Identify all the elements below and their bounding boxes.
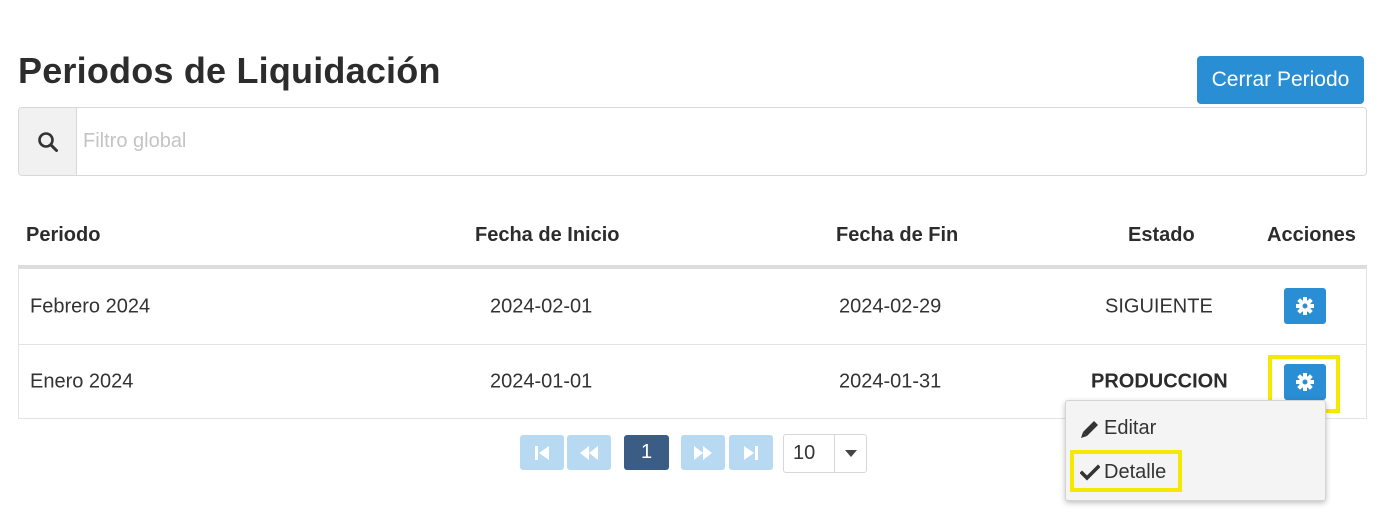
cell-periodo: Enero 2024	[30, 370, 134, 393]
table-row: Febrero 2024 2024-02-01 2024-02-29 SIGUI…	[19, 269, 1366, 344]
page-size-value: 10	[793, 442, 816, 464]
global-filter	[18, 107, 1367, 176]
search-input[interactable]	[77, 108, 1366, 175]
page-title: Periodos de Liquidación	[18, 50, 441, 91]
current-page-button[interactable]: 1	[624, 435, 669, 470]
page-size-select[interactable]: 10	[783, 434, 867, 473]
column-header-acciones: Acciones	[1267, 224, 1356, 246]
cell-estado: PRODUCCION	[1091, 370, 1228, 393]
menu-item-label: Editar	[1104, 417, 1157, 439]
last-page-button[interactable]	[729, 435, 773, 470]
pencil-icon	[1081, 420, 1098, 438]
first-page-icon	[535, 445, 549, 460]
column-header-fecha-fin[interactable]: Fecha de Fin	[836, 224, 958, 247]
first-page-button[interactable]	[520, 435, 564, 470]
search-icon	[37, 131, 58, 152]
highlight-box	[1070, 450, 1182, 492]
column-header-fecha-inicio[interactable]: Fecha de Inicio	[475, 224, 619, 247]
column-header-periodo[interactable]: Periodo	[26, 224, 100, 247]
next-page-button[interactable]	[681, 435, 725, 470]
menu-item-editar[interactable]: Editar	[1080, 417, 1156, 440]
column-header-estado[interactable]: Estado	[1128, 224, 1195, 247]
prev-page-icon	[580, 445, 598, 460]
cell-fecha-fin: 2024-01-31	[839, 370, 942, 393]
close-period-button[interactable]: Cerrar Periodo	[1197, 56, 1364, 104]
cell-fecha-inicio: 2024-02-01	[490, 295, 593, 317]
prev-page-button[interactable]	[567, 435, 611, 470]
gear-icon	[1296, 297, 1314, 315]
next-page-icon	[694, 445, 712, 460]
row-actions-button[interactable]	[1284, 288, 1326, 324]
last-page-icon	[744, 445, 758, 460]
chevron-down-icon	[844, 449, 857, 457]
cell-fecha-inicio: 2024-01-01	[490, 370, 593, 393]
search-addon	[19, 108, 77, 175]
dropdown-toggle[interactable]	[834, 435, 866, 472]
table-body: Febrero 2024 2024-02-01 2024-02-29 SIGUI…	[18, 269, 1367, 419]
cell-periodo: Febrero 2024	[30, 295, 151, 317]
cell-estado: SIGUIENTE	[1105, 295, 1213, 317]
cell-fecha-fin: 2024-02-29	[839, 295, 942, 317]
